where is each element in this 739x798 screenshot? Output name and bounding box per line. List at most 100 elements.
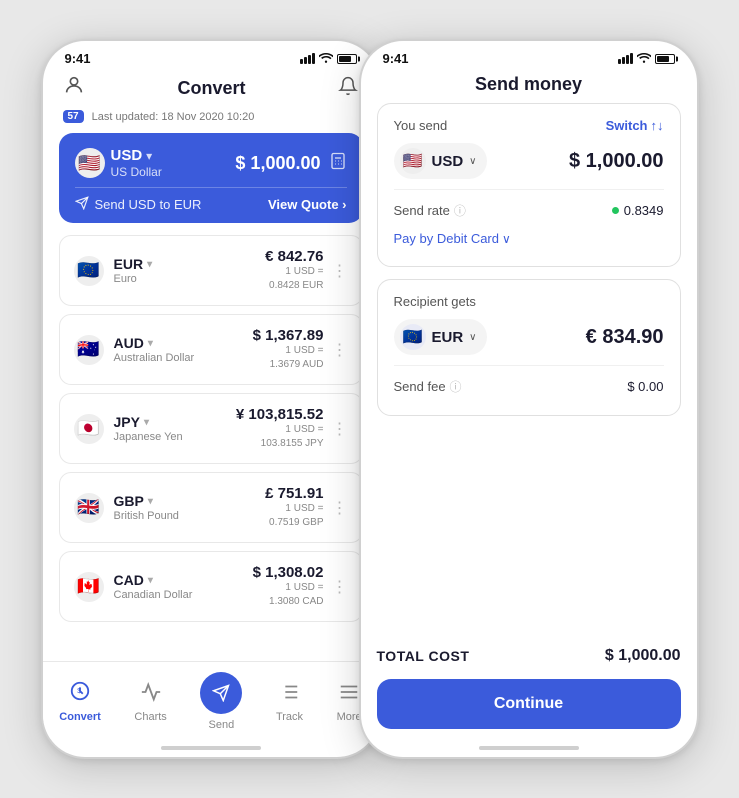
currency-rate: 1 USD =103.8155 JPY xyxy=(236,423,324,451)
you-send-label: You send xyxy=(394,118,448,133)
battery-icon xyxy=(337,54,357,64)
three-dots-menu[interactable]: ⋮ xyxy=(332,261,348,281)
charts-icon xyxy=(140,681,162,708)
currency-name: Euro xyxy=(114,273,153,285)
continue-button[interactable]: Continue xyxy=(377,679,681,729)
switch-btn[interactable]: Switch ↑↓ xyxy=(606,118,664,133)
send-arrow-icon xyxy=(75,196,89,213)
currency-list: 🇪🇺 EUR ▾ Euro € 842.76 1 USD =0.8428 EUR… xyxy=(59,235,363,630)
three-dots-menu[interactable]: ⋮ xyxy=(332,577,348,597)
currency-code-text: AUD xyxy=(114,335,144,351)
tab-send[interactable]: Send xyxy=(190,670,252,733)
tab-bar-convert: $ Convert Charts Send Track xyxy=(43,661,379,739)
send-code: USD xyxy=(432,153,464,170)
currency-code-row: CAD ▾ xyxy=(114,572,193,588)
you-send-card: You send Switch ↑↓ 🇺🇸 USD ∨ $ 1,000.00 xyxy=(377,103,681,267)
send-header: Send money xyxy=(361,70,697,103)
tab-track[interactable]: Track xyxy=(266,679,313,725)
currency-name: Canadian Dollar xyxy=(114,589,193,601)
currency-code-text: EUR xyxy=(114,256,144,272)
view-quote-btn[interactable]: View Quote › xyxy=(268,197,347,212)
currency-flag: 🇦🇺 xyxy=(74,335,104,365)
send-flag: 🇺🇸 xyxy=(400,148,426,174)
total-cost-row: TOTAL COST $ 1,000.00 xyxy=(361,633,697,679)
home-indicator-2 xyxy=(361,739,697,757)
recipient-gets-label: Recipient gets xyxy=(394,294,476,309)
currency-rate: 1 USD =0.8428 EUR xyxy=(265,265,323,293)
send-currency-selector[interactable]: 🇺🇸 USD ∨ xyxy=(394,143,487,179)
profile-icon[interactable] xyxy=(63,74,85,102)
currency-row[interactable]: 🇯🇵 JPY ▾ Japanese Yen ¥ 103,815.52 1 USD… xyxy=(59,393,363,464)
three-dots-menu[interactable]: ⋮ xyxy=(332,340,348,360)
status-bar-convert: 9:41 xyxy=(43,41,379,70)
base-currency-card[interactable]: 🇺🇸 USD ▾ US Dollar $ 1,000.00 xyxy=(59,133,363,223)
currency-info: CAD ▾ Canadian Dollar xyxy=(114,572,193,601)
wifi-icon xyxy=(319,52,333,66)
currency-row[interactable]: 🇬🇧 GBP ▾ British Pound £ 751.91 1 USD =0… xyxy=(59,472,363,543)
currency-name: Australian Dollar xyxy=(114,352,195,364)
base-name: US Dollar xyxy=(111,165,162,179)
recipient-currency-selector[interactable]: 🇪🇺 EUR ∨ xyxy=(394,319,487,355)
base-caret: ▾ xyxy=(146,149,152,163)
currency-info: EUR ▾ Euro xyxy=(114,256,153,285)
battery-icon-2 xyxy=(655,54,675,64)
send-amount: $ 1,000.00 xyxy=(569,150,664,173)
calculator-icon[interactable] xyxy=(329,152,347,175)
tab-charts-label: Charts xyxy=(134,711,166,723)
usd-flag: 🇺🇸 xyxy=(75,148,105,178)
currency-amount: ¥ 103,815.52 xyxy=(236,406,324,423)
currency-code-row: AUD ▾ xyxy=(114,335,195,351)
convert-header: Convert xyxy=(43,70,379,110)
update-text: Last updated: 18 Nov 2020 10:20 xyxy=(92,111,255,123)
currency-row-left: 🇦🇺 AUD ▾ Australian Dollar xyxy=(74,335,195,365)
recipient-amount: € 834.90 xyxy=(586,326,664,349)
last-updated-bar: 57 Last updated: 18 Nov 2020 10:20 xyxy=(59,110,363,123)
three-dots-menu[interactable]: ⋮ xyxy=(332,498,348,518)
send-title: Send money xyxy=(475,74,582,95)
send-fab[interactable] xyxy=(200,672,242,714)
three-dots-menu[interactable]: ⋮ xyxy=(332,419,348,439)
currency-info: GBP ▾ British Pound xyxy=(114,493,179,522)
tab-charts[interactable]: Charts xyxy=(124,679,176,725)
currency-caret: ▾ xyxy=(144,417,149,428)
currency-row[interactable]: 🇪🇺 EUR ▾ Euro € 842.76 1 USD =0.8428 EUR… xyxy=(59,235,363,306)
currency-row-right: ¥ 103,815.52 1 USD =103.8155 JPY ⋮ xyxy=(236,406,348,451)
phone-send: 9:41 Send money xyxy=(359,39,699,759)
base-currency-selector[interactable]: 🇺🇸 USD ▾ US Dollar xyxy=(75,147,162,179)
base-amount: $ 1,000.00 xyxy=(235,153,320,174)
recipient-code: EUR xyxy=(432,329,464,346)
send-fee-value: $ 0.00 xyxy=(627,379,663,394)
recipient-caret: ∨ xyxy=(469,332,476,343)
currency-row-right: £ 751.91 1 USD =0.7519 GBP ⋮ xyxy=(265,485,347,530)
status-icons-send xyxy=(618,52,675,66)
currency-flag: 🇪🇺 xyxy=(74,256,104,286)
convert-screen: 57 Last updated: 18 Nov 2020 10:20 🇺🇸 US… xyxy=(43,110,379,661)
currency-caret: ▾ xyxy=(148,496,153,507)
home-indicator-1 xyxy=(43,739,379,757)
signal-icon xyxy=(300,53,315,64)
currency-code-row: EUR ▾ xyxy=(114,256,153,272)
update-badge: 57 xyxy=(63,110,84,123)
currency-amount: $ 1,367.89 xyxy=(253,327,324,344)
tab-convert-label: Convert xyxy=(59,711,101,723)
tab-convert[interactable]: $ Convert xyxy=(49,678,111,725)
currency-name: Japanese Yen xyxy=(114,431,183,443)
send-rate-row: Send rate ⓘ 0.8349 xyxy=(394,196,664,225)
currency-code-text: CAD xyxy=(114,572,144,588)
pay-by-label[interactable]: Pay by Debit Card ∨ xyxy=(394,231,511,246)
switch-icon: ↑↓ xyxy=(651,118,664,133)
currency-row[interactable]: 🇦🇺 AUD ▾ Australian Dollar $ 1,367.89 1 … xyxy=(59,314,363,385)
total-cost-label: TOTAL COST xyxy=(377,648,470,664)
send-fee-info-icon: ⓘ xyxy=(450,378,462,395)
currency-row-left: 🇨🇦 CAD ▾ Canadian Dollar xyxy=(74,572,193,602)
send-screen: You send Switch ↑↓ 🇺🇸 USD ∨ $ 1,000.00 xyxy=(361,103,697,633)
pay-by-row[interactable]: Pay by Debit Card ∨ xyxy=(394,225,664,252)
convert-title: Convert xyxy=(177,78,245,99)
currency-caret: ▾ xyxy=(148,575,153,586)
bell-icon[interactable] xyxy=(338,75,358,102)
currency-row[interactable]: 🇨🇦 CAD ▾ Canadian Dollar $ 1,308.02 1 US… xyxy=(59,551,363,622)
phone-convert: 9:41 Convert xyxy=(41,39,381,759)
pay-by-caret: ∨ xyxy=(502,232,511,246)
recipient-gets-card: Recipient gets 🇪🇺 EUR ∨ € 834.90 Send fe… xyxy=(377,279,681,416)
more-icon xyxy=(338,681,360,708)
